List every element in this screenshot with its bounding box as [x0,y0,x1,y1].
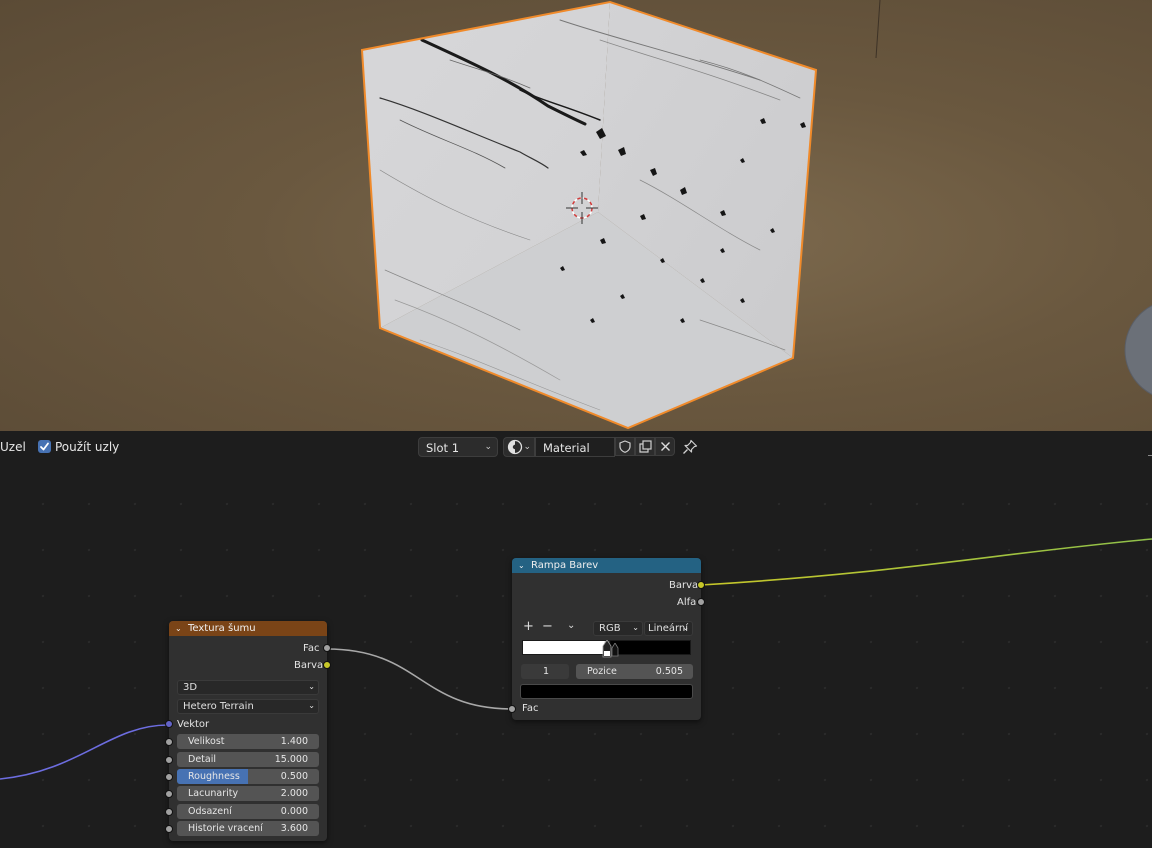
detail-field[interactable]: Detail 15.000 [177,752,319,767]
field-label: Lacunarity [188,788,239,799]
fake-user-button[interactable] [615,437,635,456]
output-fac-label: Fac [303,643,320,654]
color-mode-dropdown[interactable]: RGB ⌄ [593,621,643,636]
stop-position-field[interactable]: Pozice 0.505 [576,664,693,679]
add-stop-icon[interactable]: + [523,619,534,634]
unlink-material-button[interactable] [655,437,675,456]
noise-type-value: Hetero Terrain [183,701,254,712]
output-color-label: Barva [294,660,324,671]
3d-viewport[interactable] [0,0,1152,431]
interpolation-dropdown[interactable]: Lineární ⌄ [644,621,693,636]
link-vector-input [0,724,169,780]
slot-label: Slot 1 [426,441,460,455]
node-title: Textura šumu [188,623,256,634]
field-value: 1.400 [280,736,308,747]
stop-index-value: 1 [542,666,549,677]
field-label: Detail [188,754,216,765]
field-value: 3.600 [280,823,308,834]
duplicate-icon [638,440,652,453]
close-icon [660,442,670,451]
input-vector-socket[interactable] [165,720,173,728]
output-color-socket[interactable] [323,661,331,669]
gain-field[interactable]: Historie vracení 3.600 [177,821,319,836]
input-socket[interactable] [165,738,173,746]
color-mode-value: RGB [599,623,621,634]
field-value: 0.505 [655,666,683,677]
field-label: Roughness [188,771,240,782]
stop-color-swatch[interactable] [520,684,693,699]
input-socket[interactable] [165,756,173,764]
chevron-down-icon: ⌄ [308,682,315,691]
node-header[interactable]: ⌄ Textura šumu [169,621,327,636]
field-value: 15.000 [274,754,308,765]
lacunarity-field[interactable]: Lacunarity 2.000 [177,786,319,801]
input-fac-socket[interactable] [508,705,516,713]
collapse-chevron-icon[interactable]: ⌄ [518,558,525,573]
scale-field[interactable]: Velikost 1.400 [177,734,319,749]
field-label: Velikost [188,736,225,747]
input-socket[interactable] [165,790,173,798]
duplicate-material-button[interactable] [635,437,655,456]
pin-icon [683,439,698,454]
checkmark-icon [40,442,49,451]
sphere-object[interactable] [1125,300,1152,400]
editor-type-label[interactable]: Uzel [0,440,26,454]
area-edge-mark [1148,455,1152,456]
input-socket[interactable] [165,825,173,833]
input-socket[interactable] [165,773,173,781]
output-fac-socket[interactable] [323,644,331,652]
wire-line [875,0,881,59]
dimensions-dropdown[interactable]: 3D ⌄ [177,680,319,695]
use-nodes-label[interactable]: Použít uzly [55,440,119,454]
node-header[interactable]: ⌄ Rampa Barev [512,558,701,573]
field-label: Historie vracení [188,823,263,834]
chevron-down-icon: ⌄ [484,442,492,452]
chevron-down-icon: ⌄ [308,701,315,710]
link-color-output [700,538,1152,586]
material-name-field[interactable]: Material [535,437,615,457]
ramp-menu-chevron-icon[interactable]: ⌄ [567,620,575,631]
material-name: Material [543,441,590,455]
color-stop-handle[interactable] [611,642,619,657]
noise-type-dropdown[interactable]: Hetero Terrain ⌄ [177,699,319,714]
material-browse-button[interactable]: ⌄ [503,437,535,457]
use-nodes-checkbox[interactable] [38,440,51,453]
field-label: Pozice [587,666,617,677]
chevron-down-icon: ⌄ [682,623,689,632]
active-stop-index[interactable]: 1 [521,664,569,679]
field-label: Odsazení [188,806,232,817]
output-color-label: Barva [669,580,699,591]
slot-dropdown[interactable]: Slot 1 ⌄ [418,437,498,457]
output-color-socket[interactable] [697,581,705,589]
node-title: Rampa Barev [531,560,599,571]
viewport-scene [360,0,1152,430]
output-alpha-label: Alfa [677,597,697,608]
input-socket[interactable] [165,808,173,816]
chevron-down-icon: ⌄ [523,442,531,452]
field-value: 0.000 [280,806,308,817]
collapse-chevron-icon[interactable]: ⌄ [175,621,182,636]
field-value: 2.000 [280,788,308,799]
pin-button[interactable] [680,438,700,456]
output-alpha-socket[interactable] [697,598,705,606]
material-sphere-icon [507,439,523,455]
roughness-slider[interactable]: Roughness 0.500 [177,769,319,784]
offset-field[interactable]: Odsazení 0.000 [177,804,319,819]
link-fac-to-fac [326,648,513,710]
remove-stop-icon[interactable]: − [542,619,553,634]
chevron-down-icon: ⌄ [632,623,639,632]
input-fac-label: Fac [522,703,539,714]
shield-icon [619,440,631,453]
dimensions-value: 3D [183,682,198,693]
field-value: 0.500 [280,771,308,782]
input-vector-label: Vektor [177,719,210,730]
